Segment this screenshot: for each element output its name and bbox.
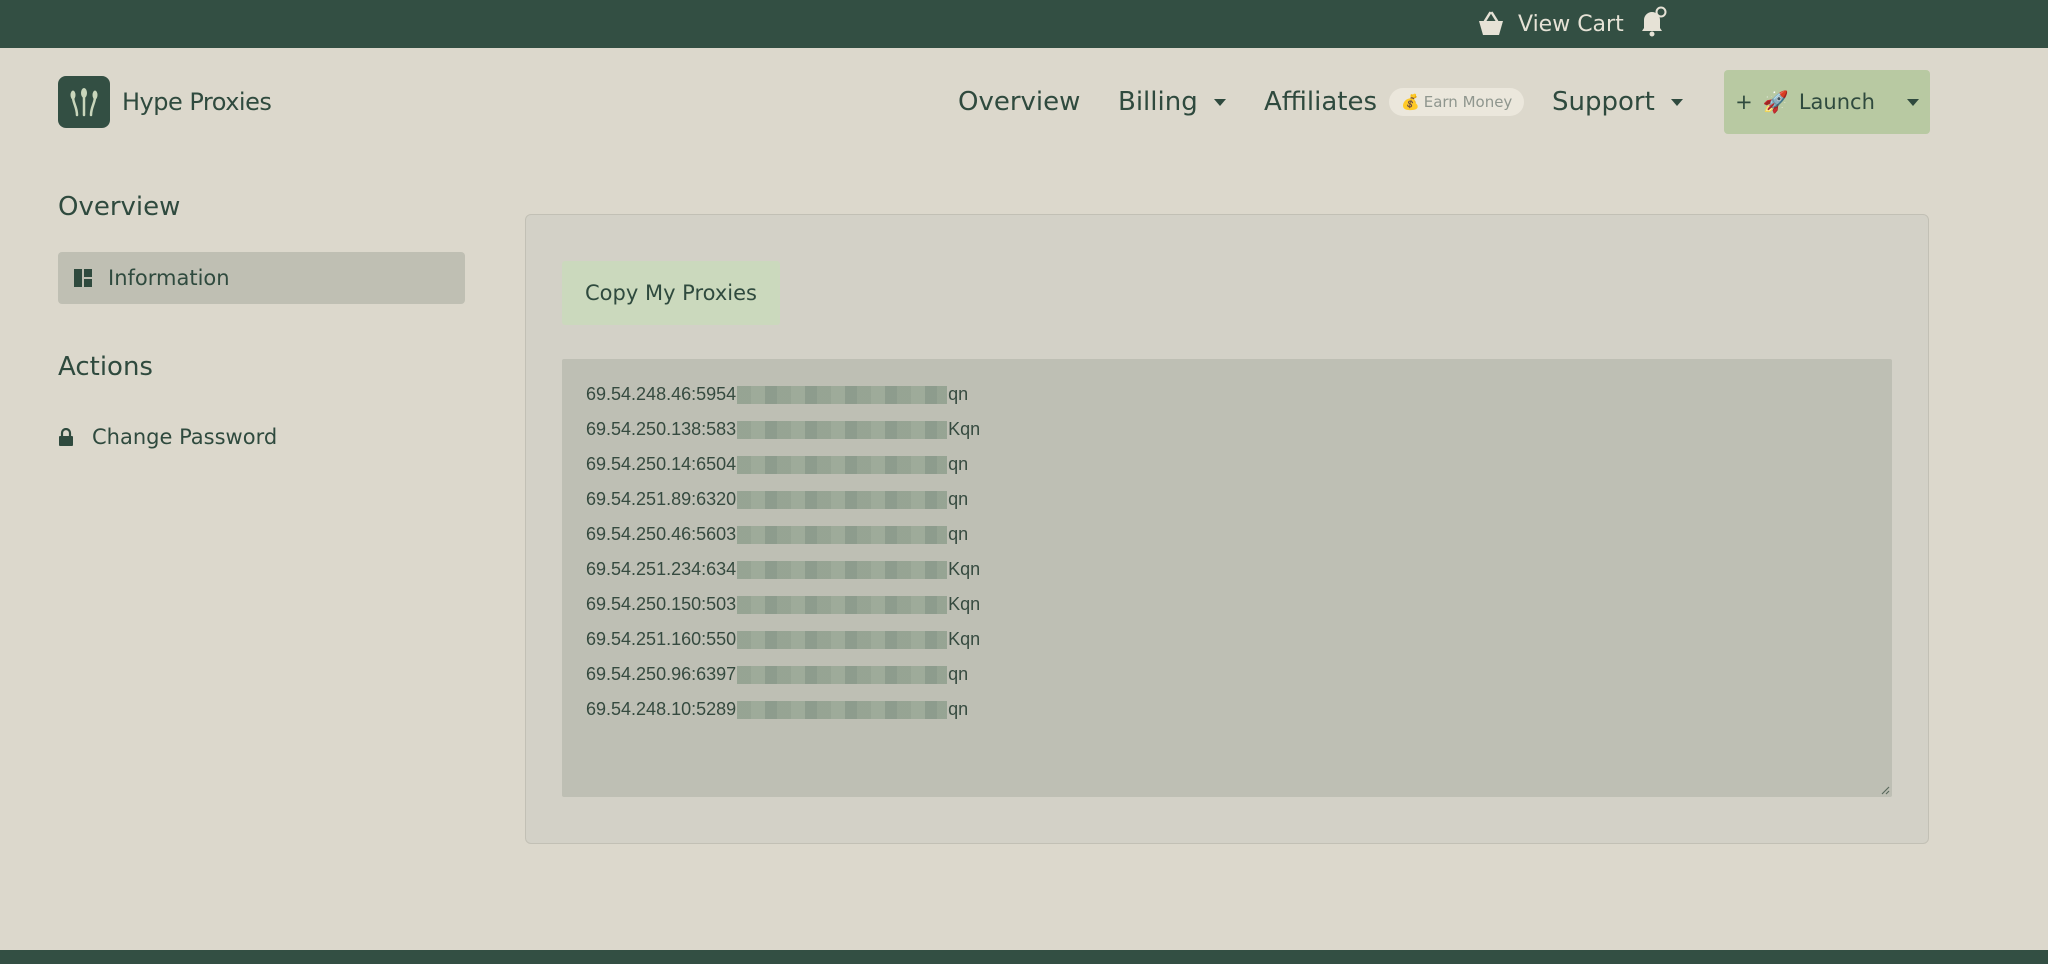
proxy-suffix: qn (948, 524, 969, 544)
nav-support-label: Support (1552, 87, 1655, 117)
copy-proxies-button[interactable]: Copy My Proxies (562, 261, 780, 325)
money-bag-icon: 💰 (1401, 93, 1420, 111)
proxy-suffix: qn (948, 454, 969, 474)
lock-icon (59, 428, 73, 446)
redacted-credentials (737, 525, 948, 544)
sidebar-actions-heading: Actions (58, 352, 153, 382)
proxy-address: 69.54.250.138:583 (586, 419, 737, 439)
list-item: 69.54.250.46:5603 qn (586, 517, 1868, 552)
nav-billing-label: Billing (1118, 87, 1198, 117)
list-item: 69.54.251.89:6320 qn (586, 482, 1868, 517)
list-item: 69.54.248.10:5289 qn (586, 692, 1868, 727)
proxy-list-textarea[interactable]: 69.54.248.46:5954 qn 69.54.250.138:583 Kqn… (562, 359, 1892, 797)
proxy-address: 69.54.250.150:503 (586, 594, 737, 614)
earn-money-label: Earn Money (1423, 93, 1513, 111)
proxy-suffix: qn (948, 489, 969, 509)
redacted-credentials (737, 420, 948, 439)
launch-button[interactable]: + 🚀 Launch (1724, 70, 1930, 134)
proxy-address: 69.54.250.14:6504 (586, 454, 737, 474)
redacted-credentials (737, 630, 948, 649)
proxy-suffix: qn (948, 664, 969, 684)
proxy-address: 69.54.248.46:5954 (586, 384, 737, 404)
launch-label: Launch (1798, 90, 1875, 114)
proxy-suffix: Kqn (948, 419, 981, 439)
notifications-button[interactable] (1636, 6, 1668, 38)
proxy-suffix: qn (948, 699, 969, 719)
nav-billing[interactable]: Billing (1118, 84, 1226, 120)
sidebar-item-change-password[interactable]: Change Password (58, 420, 277, 454)
proxy-address: 69.54.251.234:634 (586, 559, 737, 579)
nav-affiliates[interactable]: Affiliates 💰 Earn Money (1264, 84, 1525, 120)
earn-money-badge: 💰 Earn Money (1389, 88, 1525, 116)
list-item: 69.54.251.234:634 Kqn (586, 552, 1868, 587)
proxy-address: 69.54.250.96:6397 (586, 664, 737, 684)
proxies-panel: Copy My Proxies 69.54.248.46:5954 qn 69.5… (525, 214, 1929, 844)
sidebar-item-label: Change Password (92, 425, 278, 449)
nav-affiliates-label: Affiliates (1264, 87, 1378, 117)
nav-overview-label: Overview (958, 87, 1081, 117)
chevron-down-icon (1906, 98, 1919, 106)
redacted-credentials (737, 385, 948, 404)
list-item: 69.54.250.96:6397 qn (586, 657, 1868, 692)
redacted-credentials (737, 665, 948, 684)
list-item: 69.54.251.160:550 Kqn (586, 622, 1868, 657)
footer-bar (0, 950, 2048, 964)
view-cart-label: View Cart (1518, 11, 1624, 37)
launch-plus: + (1735, 90, 1753, 114)
nav-support[interactable]: Support (1552, 84, 1683, 120)
proxy-suffix: Kqn (948, 559, 981, 579)
proxy-suffix: Kqn (948, 594, 981, 614)
redacted-credentials (737, 595, 948, 614)
plant-logo-icon (58, 76, 110, 128)
proxy-suffix: qn (948, 384, 969, 404)
redacted-credentials (737, 700, 948, 719)
bell-icon (1642, 6, 1667, 37)
list-item: 69.54.250.14:6504 qn (586, 447, 1868, 482)
proxy-suffix: Kqn (948, 629, 981, 649)
sidebar-item-label: Information (108, 266, 230, 290)
redacted-credentials (737, 560, 948, 579)
view-cart-link[interactable]: View Cart (1476, 8, 1624, 40)
top-bar: View Cart (0, 0, 2048, 48)
brand-logo[interactable]: Hype Proxies (58, 76, 272, 128)
sidebar-overview-heading: Overview (58, 192, 181, 222)
proxy-address: 69.54.248.10:5289 (586, 699, 737, 719)
proxy-address: 69.54.251.160:550 (586, 629, 737, 649)
chevron-down-icon (1213, 98, 1226, 106)
list-item: 69.54.250.138:583 Kqn (586, 412, 1868, 447)
sidebar-item-information[interactable]: Information (58, 252, 465, 304)
proxy-address: 69.54.251.89:6320 (586, 489, 737, 509)
list-item: 69.54.250.150:503 Kqn (586, 587, 1868, 622)
rocket-icon: 🚀 (1762, 89, 1789, 114)
redacted-credentials (737, 490, 948, 509)
list-item: 69.54.248.46:5954 qn (586, 377, 1868, 412)
resize-handle-icon[interactable] (1878, 783, 1890, 795)
brand-name: Hype Proxies (122, 88, 272, 116)
dashboard-icon (74, 269, 92, 287)
basket-icon (1479, 11, 1503, 35)
redacted-credentials (737, 455, 948, 474)
nav-overview[interactable]: Overview (958, 84, 1080, 120)
copy-proxies-label: Copy My Proxies (585, 281, 757, 305)
proxy-address: 69.54.250.46:5603 (586, 524, 737, 544)
chevron-down-icon (1670, 98, 1683, 106)
